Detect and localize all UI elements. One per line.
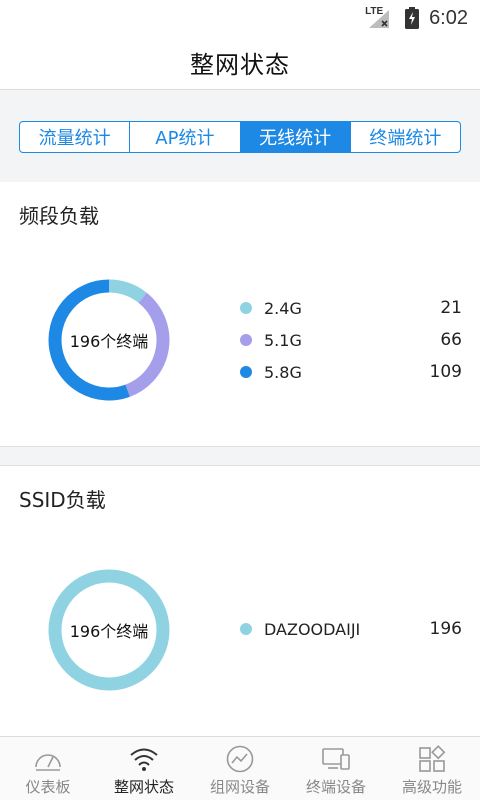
band-load-donut-chart: 196个终端 (47, 278, 171, 402)
legend-label: DAZOODAIJI (264, 619, 361, 639)
nav-label: 仪表板 (25, 778, 71, 796)
title-bar: 整网状态 (0, 36, 480, 90)
gauge-icon (35, 754, 61, 771)
stats-tabs: 流量统计 AP统计 无线统计 终端统计 (19, 121, 461, 153)
legend-dot-ssid (240, 623, 252, 635)
band-load-title: 频段负载 (19, 204, 99, 228)
nav-advanced[interactable]: 高级功能 (384, 737, 480, 800)
tab-ap-stats[interactable]: AP统计 (130, 122, 241, 152)
tab-traffic-stats[interactable]: 流量统计 (20, 122, 131, 152)
nav-label: 终端设备 (305, 778, 366, 796)
nav-dashboard[interactable]: 仪表板 (0, 737, 96, 800)
band-load-legend: 2.4G 21 5.1G 66 5.8G 109 (240, 292, 462, 388)
legend-item: 5.8G 109 (240, 356, 462, 388)
legend-dot-58g (240, 366, 252, 378)
battery-charging-icon (405, 7, 420, 29)
legend-label: 5.1G (264, 330, 302, 350)
tab-area: 流量统计 AP统计 无线统计 终端统计 (0, 90, 480, 182)
legend-item: 5.1G 66 (240, 324, 462, 356)
legend-label: 2.4G (264, 298, 302, 318)
lte-signal-icon: LTE (365, 6, 395, 30)
network-chart-icon (226, 745, 254, 773)
ssid-load-legend: DAZOODAIJI 196 (240, 613, 462, 645)
devices-icon (322, 748, 350, 770)
legend-dot-24g (240, 302, 252, 314)
nav-terminal-devices[interactable]: 终端设备 (288, 737, 384, 800)
legend-item: DAZOODAIJI 196 (240, 613, 462, 645)
legend-label: 5.8G (264, 362, 302, 382)
page-title: 整网状态 (190, 51, 290, 79)
status-bar: LTE 6:02 (0, 0, 480, 36)
legend-item: 2.4G 21 (240, 292, 462, 324)
clock: 6:02 (429, 6, 468, 29)
nav-label: 组网设备 (209, 778, 270, 796)
nav-label: 高级功能 (401, 778, 462, 796)
legend-value: 66 (440, 330, 462, 350)
ssid-load-title: SSID负载 (19, 488, 106, 512)
ssid-load-total-label: 196个终端 (69, 622, 149, 641)
grid-apps-icon (419, 745, 446, 772)
nav-label: 整网状态 (113, 778, 174, 796)
status-icons: LTE 6:02 (365, 4, 468, 32)
legend-value: 196 (429, 619, 462, 639)
wifi-icon (130, 748, 158, 771)
legend-dot-51g (240, 334, 252, 346)
band-load-total-label: 196个终端 (69, 332, 149, 351)
ssid-load-donut-chart: 196个终端 (47, 568, 171, 692)
tab-terminal-stats[interactable]: 终端统计 (351, 122, 460, 152)
band-load-card: 频段负载 196个终端 2.4G 21 5.1G 66 5.8G 109 (0, 182, 480, 446)
bottom-nav: 仪表板 整网状态 组网设备 终端设备 高级功能 (0, 736, 480, 800)
legend-value: 21 (440, 298, 462, 318)
nav-network-devices[interactable]: 组网设备 (192, 737, 288, 800)
tab-wireless-stats[interactable]: 无线统计 (240, 122, 351, 152)
nav-network-status[interactable]: 整网状态 (96, 737, 192, 800)
legend-value: 109 (429, 362, 462, 382)
ssid-load-card: SSID负载 196个终端 DAZOODAIJI 196 (0, 466, 480, 736)
section-divider (0, 446, 480, 466)
